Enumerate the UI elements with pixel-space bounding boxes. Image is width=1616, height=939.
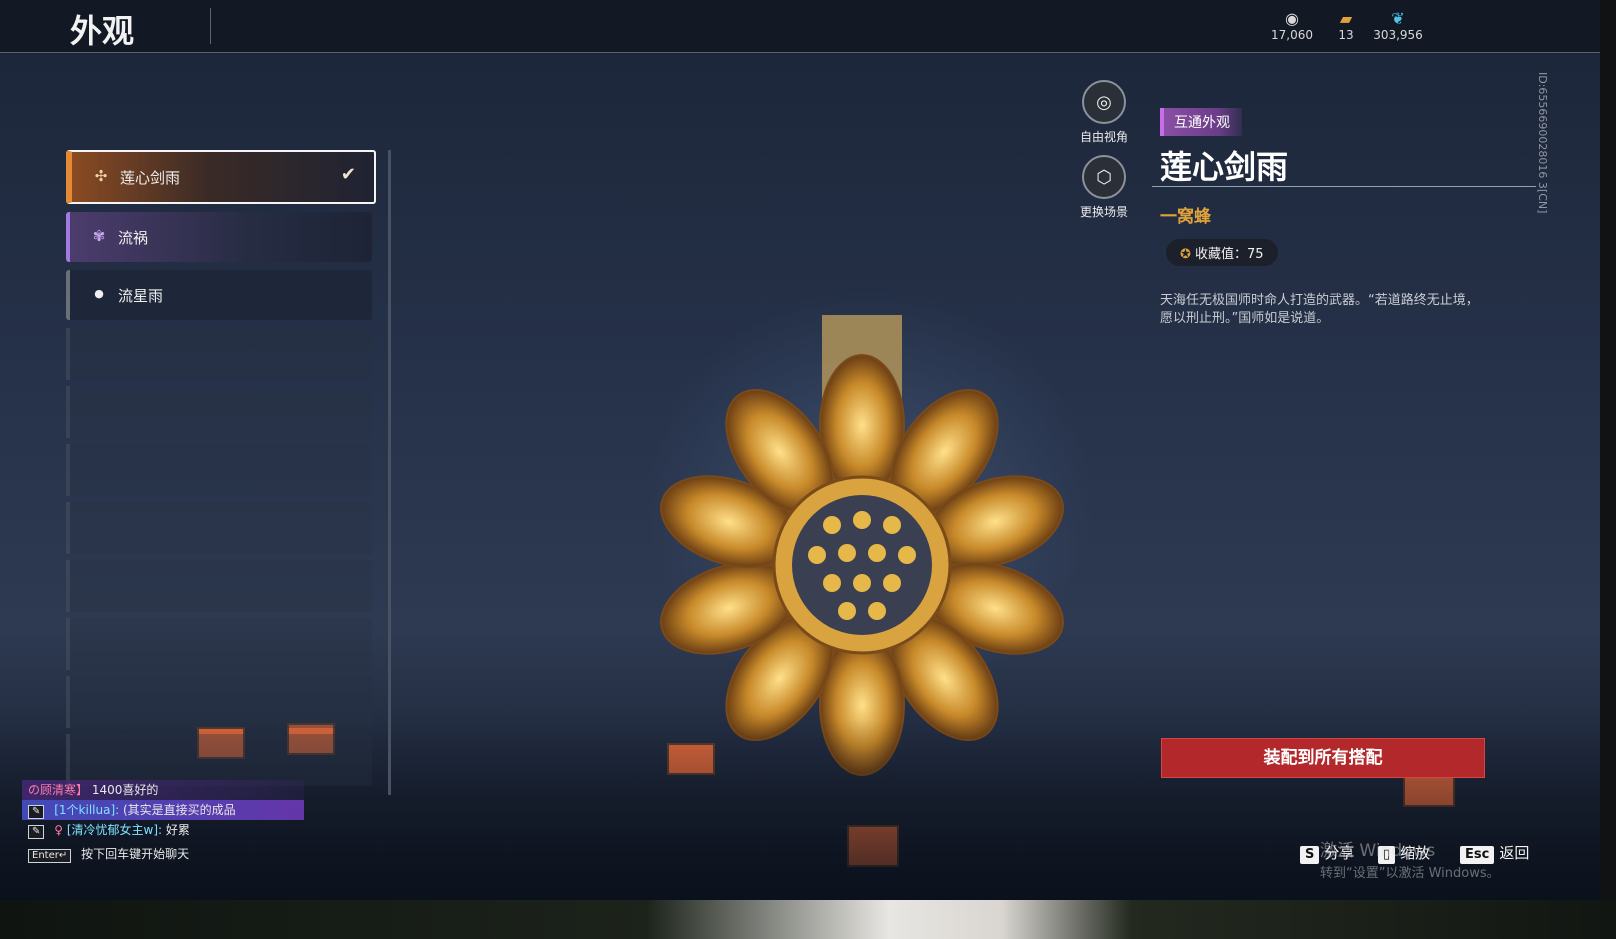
chat-message: 好累 — [165, 823, 190, 837]
chat-sender: [1个killua]: — [54, 803, 120, 817]
player-id: ID:6556690028016 3[CN] — [1536, 72, 1549, 214]
drop-icon: ● — [94, 287, 104, 300]
back-hint[interactable]: Esc 返回 — [1460, 842, 1529, 864]
list-item-label: 流星雨 — [118, 287, 164, 305]
windows-watermark: 激活 Windows — [1320, 841, 1436, 861]
free-view-label: 自由视角 — [1079, 130, 1128, 144]
back-label: 返回 — [1499, 844, 1530, 862]
title-divider — [210, 8, 211, 44]
empty-slot — [66, 676, 372, 728]
collect-value: 收藏值：75 — [1195, 247, 1264, 262]
collect-icon: ✪ — [1180, 247, 1196, 262]
name-divider — [1152, 186, 1536, 187]
currency-ticket: ▰ 13 — [1316, 9, 1376, 43]
chat-input-hint[interactable]: Enter↵ 按下回车键开始聊天 — [22, 844, 304, 864]
list-item-label: 莲心剑雨 — [120, 169, 181, 187]
background-desktop — [0, 900, 1616, 939]
chat-message: (其实是直接买的成品 — [123, 803, 236, 817]
equip-all-button[interactable]: 装配到所有搭配 — [1161, 738, 1485, 778]
chat-box: の顾清寒】 1400喜好的 ✎ [1个killua]: (其实是直接买的成品 ✎… — [22, 780, 304, 864]
currency-value: 13 — [1338, 28, 1354, 42]
windows-watermark-sub: 转到“设置”以激活 Windows。 — [1320, 866, 1500, 881]
empty-slot — [66, 386, 372, 438]
chat-sender: の顾清寒】 — [28, 783, 89, 797]
appearance-list: ✣ 莲心剑雨 ✔ ✾ 流祸 ● 流星雨 — [66, 150, 376, 792]
channel-icon: ✎ — [28, 825, 45, 839]
chat-line: の顾清寒】 1400喜好的 — [22, 780, 304, 800]
crossplay-tag: 互通外观 — [1160, 108, 1242, 136]
window-edge — [1600, 0, 1616, 939]
cube-icon: ⬡ — [1082, 155, 1126, 199]
chat-line: ✎ [1个killua]: (其实是直接买的成品 — [22, 800, 304, 820]
channel-icon: ✎ — [28, 805, 45, 819]
empty-slot — [66, 502, 372, 554]
coin-bag-icon: ◉ — [1285, 9, 1299, 28]
empty-slot — [66, 618, 372, 670]
flower-icon: ✾ — [92, 227, 106, 245]
change-scene-button[interactable]: ⬡ 更换场景 — [1064, 155, 1144, 220]
item-name: 莲心剑雨 — [1160, 148, 1289, 186]
chat-hint-text: 按下回车键开始聊天 — [81, 847, 190, 861]
list-item-lotus[interactable]: ✣ 莲心剑雨 ✔ — [66, 150, 376, 204]
list-item-label: 流祸 — [118, 229, 149, 247]
enter-key-icon: Enter↵ — [28, 849, 72, 863]
list-item-liuhuo[interactable]: ✾ 流祸 — [66, 212, 372, 262]
list-scrollbar[interactable] — [388, 150, 391, 795]
camera-icon: ◎ — [1082, 80, 1126, 124]
chat-line: ✎ ♀ [清冷忧郁女主w]: 好累 — [22, 820, 304, 840]
item-subtitle: 一窝蜂 — [1160, 207, 1211, 227]
chat-sender: [清冷忧郁女主w]: — [66, 823, 163, 837]
top-bar: 外观 ◉ 17,060 ▰ 13 ❦ 303,956 — [0, 0, 1600, 53]
empty-slot — [66, 560, 372, 612]
empty-slot — [66, 328, 372, 380]
currency-coin: ◉ 17,060 — [1262, 9, 1322, 43]
feather-icon: ❦ — [1391, 9, 1405, 28]
currency-value: 303,956 — [1373, 28, 1423, 42]
collect-value-badge: ✪ 收藏值：75 — [1166, 239, 1278, 266]
list-item-meteor[interactable]: ● 流星雨 — [66, 270, 372, 320]
share-key: S — [1300, 846, 1320, 864]
empty-slot — [66, 444, 372, 496]
currency-value: 17,060 — [1271, 28, 1313, 42]
change-scene-label: 更换场景 — [1079, 205, 1128, 219]
female-icon: ♀ — [54, 823, 64, 837]
ticket-icon: ▰ — [1339, 9, 1353, 28]
item-description: 天海任无极国师时命人打造的武器。“若道路终无止境，愿以刑止刑。”国师如是说道。 — [1160, 293, 1479, 326]
chat-message: 1400喜好的 — [91, 783, 159, 797]
empty-slot — [66, 734, 372, 786]
lotus-icon: ✣ — [94, 167, 108, 185]
currency-feather: ❦ 303,956 — [1368, 9, 1428, 43]
free-view-button[interactable]: ◎ 自由视角 — [1064, 80, 1144, 145]
detail-panel: 互通外观 莲心剑雨 一窝蜂 ✪ 收藏值：75 天海任无极国师时命人打造的武器。“… — [1152, 108, 1536, 328]
check-icon: ✔ — [340, 164, 356, 185]
page-title: 外观 — [70, 12, 135, 50]
